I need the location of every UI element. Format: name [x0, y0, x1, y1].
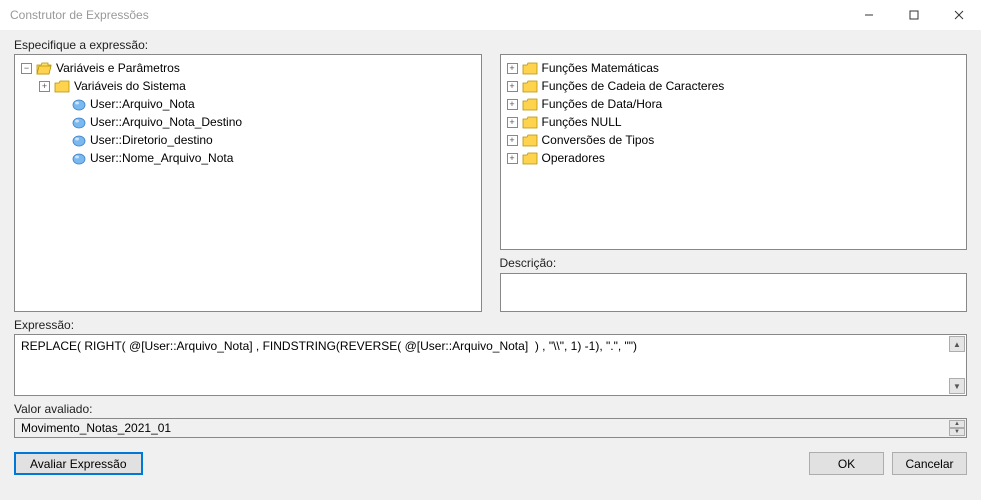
tree-var-item[interactable]: User::Nome_Arquivo_Nota [21, 149, 475, 167]
expand-icon[interactable]: + [507, 99, 518, 110]
folder-icon [522, 79, 538, 93]
expand-icon[interactable]: + [507, 81, 518, 92]
tree-root-variables[interactable]: − Variáveis e Parâmetros [21, 59, 475, 77]
spin-up-button[interactable]: ▲ [949, 420, 965, 428]
tree-node-label: Funções Matemáticas [542, 61, 659, 75]
tree-var-item[interactable]: User::Diretorio_destino [21, 131, 475, 149]
tree-node-label: User::Arquivo_Nota [90, 97, 195, 111]
close-button[interactable] [936, 0, 981, 30]
variables-pane: − Variáveis e Parâmetros + Variáveis do … [14, 54, 482, 312]
evaluate-button[interactable]: Avaliar Expressão [14, 452, 143, 475]
window-title: Construtor de Expressões [10, 8, 846, 22]
collapse-icon[interactable]: − [21, 63, 32, 74]
folder-icon [522, 61, 538, 75]
expand-icon[interactable]: + [507, 153, 518, 164]
tree-category[interactable]: + Operadores [507, 149, 961, 167]
folder-open-icon [36, 61, 52, 75]
window-controls [846, 0, 981, 30]
titlebar: Construtor de Expressões [0, 0, 981, 30]
folder-icon [522, 151, 538, 165]
expression-spinner: ▲ ▼ [949, 336, 965, 394]
tree-category[interactable]: + Funções NULL [507, 113, 961, 131]
tree-panes: − Variáveis e Parâmetros + Variáveis do … [14, 54, 967, 312]
tree-var-item[interactable]: User::Arquivo_Nota [21, 95, 475, 113]
functions-tree[interactable]: + Funções Matemáticas + Funções de Cadei… [500, 54, 968, 250]
description-box [500, 273, 968, 312]
expand-icon[interactable]: + [507, 63, 518, 74]
expression-input[interactable]: REPLACE( RIGHT( @[User::Arquivo_Nota] , … [14, 334, 967, 396]
tree-category[interactable]: + Funções de Cadeia de Caracteres [507, 77, 961, 95]
tree-category[interactable]: + Funções de Data/Hora [507, 95, 961, 113]
expand-icon[interactable]: + [39, 81, 50, 92]
ok-button[interactable]: OK [809, 452, 884, 475]
specify-label: Especifique a expressão: [14, 38, 967, 52]
description-label: Descrição: [500, 256, 968, 270]
variable-icon [72, 151, 86, 165]
evaluated-output: Movimento_Notas_2021_01 ▲ ▼ [14, 418, 967, 438]
spin-up-button[interactable]: ▲ [949, 336, 965, 352]
spin-down-button[interactable]: ▼ [949, 378, 965, 394]
expression-section: Expressão: REPLACE( RIGHT( @[User::Arqui… [14, 318, 967, 396]
tree-node-label: User::Arquivo_Nota_Destino [90, 115, 242, 129]
expand-icon[interactable]: + [507, 117, 518, 128]
button-row: Avaliar Expressão OK Cancelar [14, 452, 967, 475]
tree-node-label: Funções de Data/Hora [542, 97, 663, 111]
expression-text: REPLACE( RIGHT( @[User::Arquivo_Nota] , … [21, 339, 946, 353]
evaluated-spinner: ▲ ▼ [949, 420, 965, 436]
spin-down-button[interactable]: ▼ [949, 428, 965, 436]
tree-node-label: Funções NULL [542, 115, 622, 129]
tree-node-label: Conversões de Tipos [542, 133, 655, 147]
tree-system-vars[interactable]: + Variáveis do Sistema [21, 77, 475, 95]
tree-node-label: User::Diretorio_destino [90, 133, 213, 147]
variables-tree[interactable]: − Variáveis e Parâmetros + Variáveis do … [14, 54, 482, 312]
evaluated-text: Movimento_Notas_2021_01 [21, 421, 171, 435]
tree-category[interactable]: + Conversões de Tipos [507, 131, 961, 149]
variable-icon [72, 133, 86, 147]
tree-node-label: User::Nome_Arquivo_Nota [90, 151, 233, 165]
evaluated-label: Valor avaliado: [14, 402, 967, 416]
maximize-button[interactable] [891, 0, 936, 30]
expand-icon[interactable]: + [507, 135, 518, 146]
tree-node-label: Operadores [542, 151, 605, 165]
evaluated-section: Valor avaliado: Movimento_Notas_2021_01 … [14, 402, 967, 438]
cancel-button[interactable]: Cancelar [892, 452, 967, 475]
minimize-button[interactable] [846, 0, 891, 30]
tree-node-label: Variáveis do Sistema [74, 79, 186, 93]
functions-pane: + Funções Matemáticas + Funções de Cadei… [500, 54, 968, 312]
variable-icon [72, 115, 86, 129]
folder-icon [522, 115, 538, 129]
folder-icon [54, 79, 70, 93]
tree-node-label: Variáveis e Parâmetros [56, 61, 180, 75]
folder-icon [522, 97, 538, 111]
tree-var-item[interactable]: User::Arquivo_Nota_Destino [21, 113, 475, 131]
variable-icon [72, 97, 86, 111]
expression-label: Expressão: [14, 318, 967, 332]
tree-category[interactable]: + Funções Matemáticas [507, 59, 961, 77]
content: Especifique a expressão: − Variáveis e P… [0, 30, 981, 500]
tree-node-label: Funções de Cadeia de Caracteres [542, 79, 725, 93]
folder-icon [522, 133, 538, 147]
